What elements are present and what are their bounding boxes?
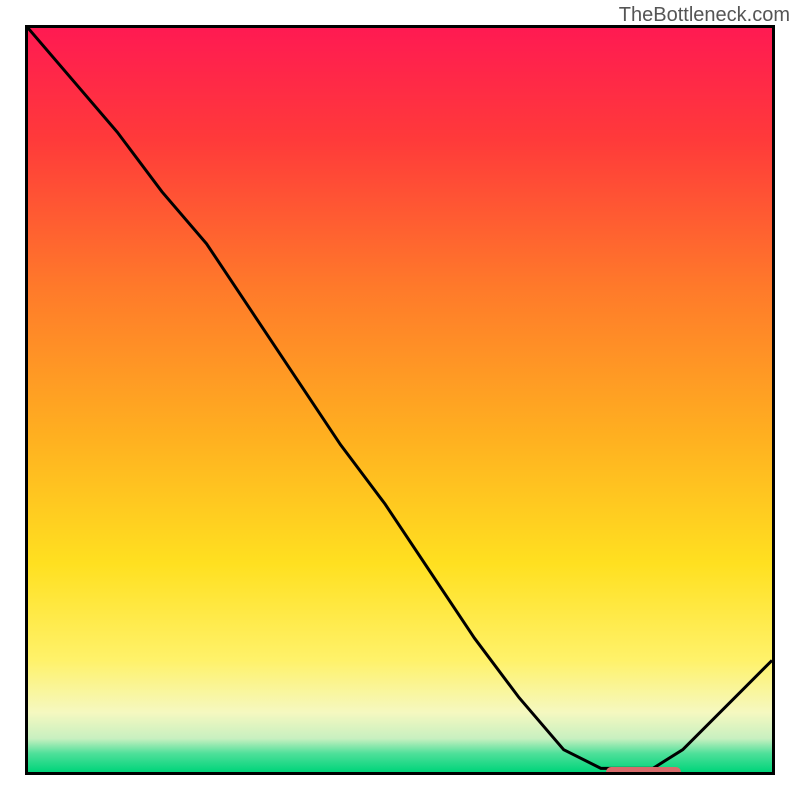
curve-line xyxy=(28,28,772,772)
highlight-marker xyxy=(606,767,681,775)
watermark-text: TheBottleneck.com xyxy=(619,4,790,27)
plot-area xyxy=(25,25,775,775)
chart-container: TheBottleneck.com xyxy=(0,0,800,800)
